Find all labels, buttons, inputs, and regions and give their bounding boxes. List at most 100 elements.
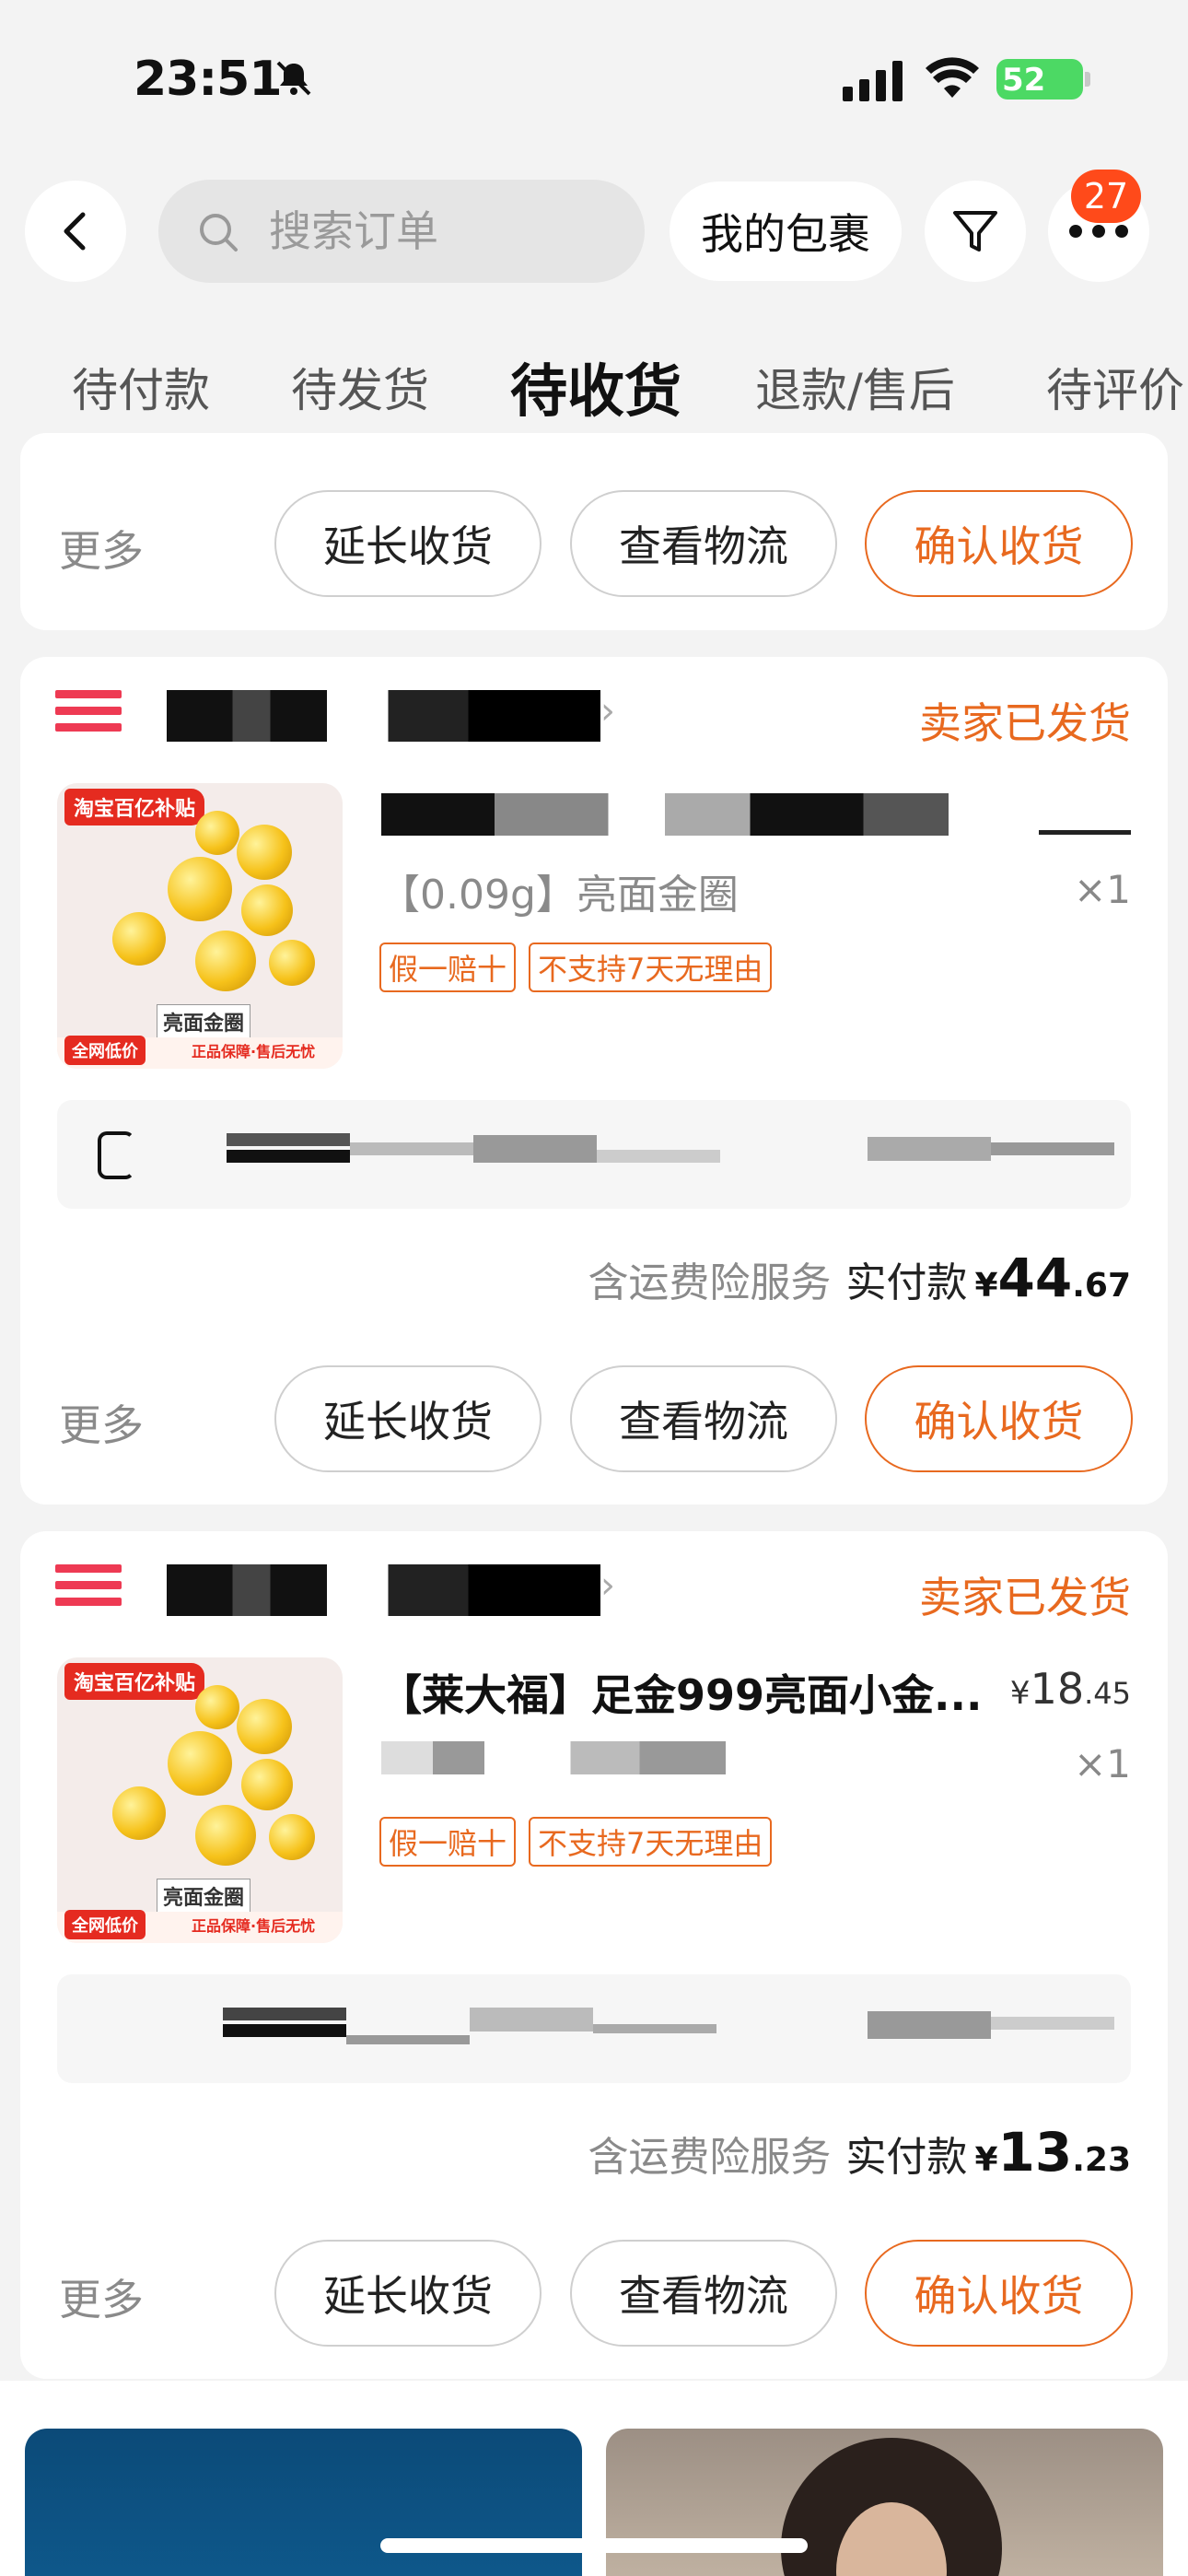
paid-amount-decimal: .67	[1072, 1267, 1131, 1305]
more-link[interactable]: 更多	[59, 518, 144, 579]
view-logistics-button[interactable]: 查看物流	[570, 490, 837, 597]
payment-line: 含运费险服务 实付款 ¥ 13 .23	[588, 2121, 1131, 2184]
view-logistics-button[interactable]: 查看物流	[570, 2240, 837, 2347]
product-image[interactable]: 淘宝百亿补贴 亮面金圈 全网低价 正品保障·售后无忧	[57, 1657, 343, 1943]
more-link[interactable]: 更多	[59, 2266, 144, 2327]
redacted-bar	[868, 2011, 991, 2039]
shipping-insurance-note: 含运费险服务	[588, 2134, 832, 2181]
fake-compensation-tag: 假一赔十	[379, 943, 517, 992]
price-redacted	[1039, 830, 1131, 835]
chevron-left-icon	[64, 212, 86, 251]
home-indicator[interactable]	[380, 2538, 808, 2553]
product-title[interactable]: 【莱大福】足金999亮面小金...	[379, 1662, 1024, 1723]
shop-logo	[55, 690, 122, 732]
wifi-icon	[926, 57, 979, 98]
view-logistics-button[interactable]: 查看物流	[570, 1365, 837, 1472]
extend-receipt-button[interactable]: 延长收货	[274, 1365, 542, 1472]
order-card-partial: 更多 延长收货 查看物流 确认收货	[20, 433, 1168, 630]
confirm-receipt-button[interactable]: 确认收货	[865, 1365, 1133, 1472]
gold-bead	[241, 1759, 293, 1810]
low-price-tag: 全网低价	[64, 1910, 146, 1939]
order-status: 卖家已发货	[919, 698, 1131, 748]
confirm-receipt-button[interactable]: 确认收货	[865, 2240, 1133, 2347]
redacted-bar	[593, 2024, 716, 2033]
search-icon	[200, 214, 238, 252]
redacted-bar	[223, 2024, 346, 2037]
no-return-tag: 不支持7天无理由	[529, 1817, 773, 1867]
unit-price-decimal: .45	[1084, 1676, 1131, 1711]
redacted-bar	[868, 1137, 991, 1161]
product-quantity: ×1	[1074, 867, 1131, 912]
redacted-bar	[223, 2008, 346, 2020]
no-return-tag: 不支持7天无理由	[529, 943, 773, 992]
order-search-bar[interactable]	[158, 180, 645, 283]
filter-button[interactable]	[925, 181, 1026, 282]
paid-amount-integer: 44	[997, 1247, 1073, 1309]
product-variant: 【0.09g】亮面金圈	[379, 872, 739, 919]
paid-label: 实付款	[845, 2134, 968, 2181]
unit-price: ¥ 18 .45	[1010, 1664, 1131, 1714]
gold-bead	[195, 931, 256, 991]
payment-line: 含运费险服务 实付款 ¥ 44 .67	[588, 1247, 1131, 1309]
notification-badge: 27	[1071, 170, 1141, 223]
fake-compensation-tag: 假一赔十	[379, 1817, 517, 1867]
confirm-receipt-button[interactable]: 确认收货	[865, 490, 1133, 597]
extend-receipt-button[interactable]: 延长收货	[274, 490, 542, 597]
battery-level: 52	[1002, 62, 1046, 99]
gold-bead	[112, 1786, 166, 1840]
truck-icon	[98, 1131, 134, 1179]
tab-pending-shipment[interactable]: 待发货	[291, 354, 429, 420]
order-card: › 卖家已发货 淘宝百亿补贴 亮面金圈 全网低价 正品保障·售后无忧 【0.09…	[20, 657, 1168, 1505]
back-button[interactable]	[25, 181, 126, 282]
paid-amount-integer: 13	[997, 2121, 1073, 2184]
shop-name-redacted[interactable]	[129, 690, 600, 742]
order-status: 卖家已发货	[919, 1573, 1131, 1622]
redacted-bar	[597, 1150, 720, 1163]
gold-bead	[195, 811, 239, 855]
shipping-insurance-note: 含运费险服务	[588, 1259, 832, 1306]
logistics-summary[interactable]	[57, 1974, 1131, 2083]
mute-bell-icon	[276, 61, 311, 96]
jewelry-name: 亮面金圈	[157, 1004, 251, 1039]
chevron-right-icon: ›	[600, 690, 615, 732]
gold-bead	[112, 912, 166, 966]
gold-bead	[237, 825, 292, 880]
jewelry-name: 亮面金圈	[157, 1879, 251, 1914]
order-status-tabs: 待付款 待发货 待收货 退款/售后 待评价	[0, 341, 1188, 428]
product-quantity: ×1	[1074, 1741, 1131, 1786]
subsidy-tag: 淘宝百亿补贴	[64, 1663, 205, 1700]
cellular-signal-icon	[843, 61, 903, 101]
paid-amount-decimal: .23	[1072, 2141, 1131, 2179]
gold-bead	[195, 1805, 256, 1866]
recommended-item-image[interactable]	[25, 2429, 582, 2576]
filter-funnel-icon	[953, 211, 997, 252]
recommended-item-image[interactable]	[606, 2429, 1163, 2576]
tab-pending-receipt[interactable]: 待收货	[510, 345, 681, 427]
more-dots-icon	[1069, 225, 1128, 238]
shop-name-redacted[interactable]	[129, 1564, 600, 1616]
extend-receipt-button[interactable]: 延长收货	[274, 2240, 542, 2347]
more-link[interactable]: 更多	[59, 1392, 144, 1453]
subsidy-tag: 淘宝百亿补贴	[64, 789, 205, 825]
tab-pending-review[interactable]: 待评价	[1046, 354, 1184, 420]
gold-bead	[168, 857, 232, 921]
my-packages-button[interactable]: 我的包裹	[670, 181, 902, 281]
gold-bead	[237, 1699, 292, 1754]
product-title-redacted[interactable]	[381, 793, 949, 836]
redacted-bar	[227, 1150, 350, 1163]
tab-pending-payment[interactable]: 待付款	[72, 354, 210, 420]
service-tags: 假一赔十 不支持7天无理由	[379, 943, 773, 992]
redacted-bar	[470, 2008, 593, 2032]
logistics-summary[interactable]	[57, 1100, 1131, 1209]
tab-refund-aftersale[interactable]: 退款/售后	[755, 354, 955, 420]
chevron-right-icon: ›	[600, 1564, 615, 1607]
variant-redacted	[381, 1741, 726, 1774]
gold-bead	[269, 1814, 315, 1860]
product-image[interactable]: 淘宝百亿补贴 亮面金圈 全网低价 正品保障·售后无忧	[57, 783, 343, 1069]
search-input[interactable]	[269, 200, 619, 263]
service-tags: 假一赔十 不支持7天无理由	[379, 1817, 773, 1867]
gold-bead	[168, 1731, 232, 1796]
redacted-bar	[991, 1142, 1114, 1155]
unit-price-integer: 18	[1030, 1664, 1085, 1714]
guarantee-text: 正品保障·售后无忧	[192, 1043, 316, 1060]
